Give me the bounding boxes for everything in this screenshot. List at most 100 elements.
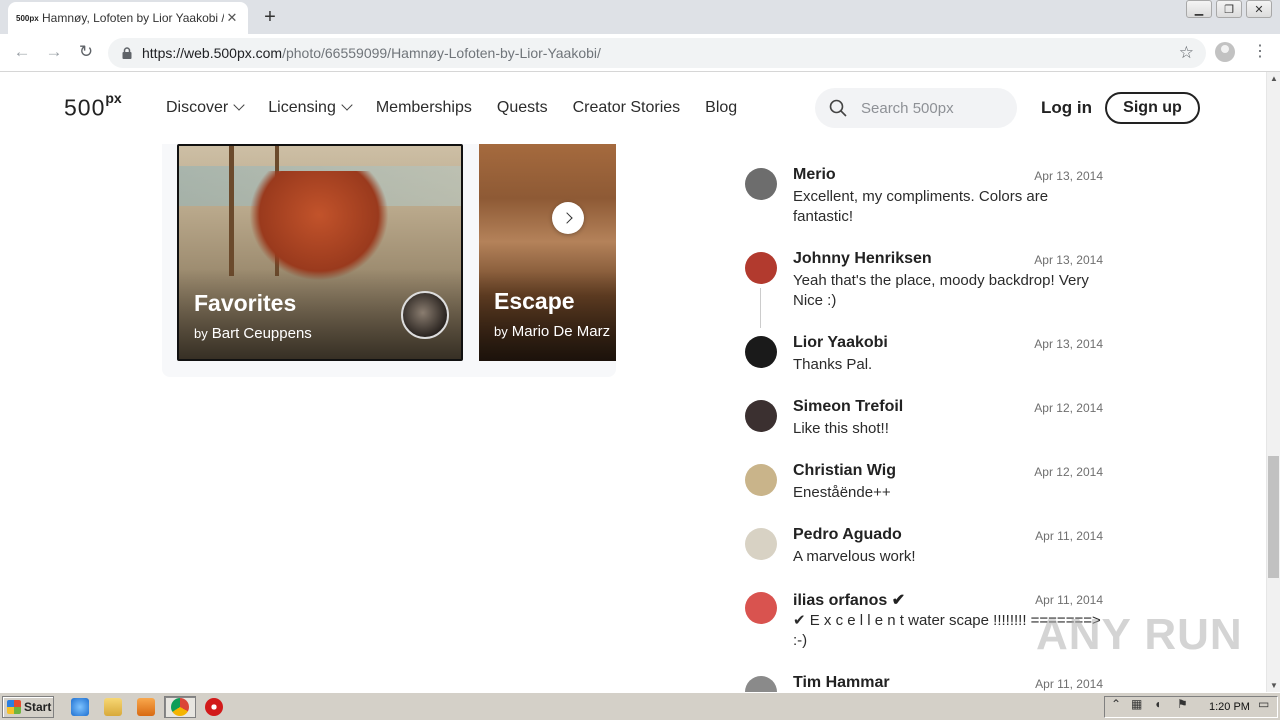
thread-line [760, 288, 761, 328]
chevron-down-icon [341, 99, 353, 111]
url-path: /photo/66559099/Hamnøy-Lofoten-by-Lior-Y… [282, 45, 601, 61]
search-icon [829, 99, 847, 117]
restore-icon[interactable]: ❐ [1216, 0, 1242, 18]
gallery-title: Favorites [194, 290, 297, 316]
nav-blog[interactable]: Blog [705, 99, 737, 117]
comment-date: Apr 11, 2014 [1035, 677, 1103, 691]
comment-date: Apr 12, 2014 [1034, 465, 1103, 479]
lock-icon [122, 47, 132, 59]
logo-suffix: px [105, 90, 122, 106]
gallery-author: by Bart Ceuppens [194, 325, 312, 342]
comment-text: Eneståënde++ [793, 484, 891, 501]
flag-icon[interactable]: ⚑ [1177, 697, 1188, 711]
nav-label: Discover [166, 99, 229, 116]
gallery-author-avatar[interactable] [401, 291, 449, 339]
gallery-card-escape[interactable]: Escape by Mario De Marz [479, 144, 616, 361]
url-host: https://web.500px.com [142, 45, 283, 61]
page-scrollbar[interactable]: ▲ ▼ [1266, 72, 1280, 692]
taskbar-clock[interactable]: 1:20 PM [1209, 701, 1250, 713]
chevron-down-icon [233, 99, 245, 111]
main-nav: Discover Licensing Memberships Quests Cr… [166, 99, 762, 117]
login-link[interactable]: Log in [1041, 98, 1092, 118]
gallery-card-favorites[interactable]: Favorites by Bart Ceuppens [177, 144, 463, 361]
media-player-icon[interactable] [137, 698, 155, 716]
commenter-name[interactable]: Merio [793, 166, 836, 184]
comment-date: Apr 13, 2014 [1034, 337, 1103, 351]
search-input[interactable] [861, 99, 1011, 117]
close-tab-icon[interactable]: ✕ [224, 10, 240, 26]
carousel-next-button[interactable] [552, 202, 584, 234]
comment-text: A marvelous work! [793, 548, 916, 565]
commenter-avatar[interactable] [745, 464, 777, 496]
back-arrow-icon[interactable]: ← [10, 42, 34, 64]
signup-button[interactable]: Sign up [1105, 92, 1200, 124]
browser-menu-icon[interactable]: ⋮ [1252, 42, 1268, 62]
scroll-down-arrow-icon[interactable]: ▼ [1269, 681, 1279, 690]
commenter-name[interactable]: ilias orfanos ✔ [793, 590, 905, 610]
internet-explorer-icon[interactable] [71, 698, 89, 716]
new-tab-icon[interactable]: + [258, 6, 282, 29]
chevron-right-icon [560, 212, 573, 224]
comment-text: Thanks Pal. [793, 356, 873, 373]
watermark: ANY RUN [1036, 610, 1243, 659]
address-bar[interactable]: https://web.500px.com/photo/66559099/Ham… [108, 38, 1206, 68]
page-viewport: Favorites by Bart Ceuppens Escape by Mario… [0, 72, 1266, 692]
nav-label: Licensing [268, 99, 336, 116]
commenter-avatar[interactable] [745, 400, 777, 432]
tab-favicon: 500px [16, 13, 39, 23]
commenter-avatar[interactable] [745, 168, 777, 200]
nav-creator-stories[interactable]: Creator Stories [573, 99, 681, 117]
browser-tab[interactable]: 500px Hamnøy, Lofoten by Lior Yaakobi / … [8, 2, 248, 34]
network-icon[interactable]: ▦ [1131, 697, 1142, 711]
tray-expand-icon[interactable]: ⌃ [1111, 697, 1121, 711]
commenter-name[interactable]: Christian Wig [793, 462, 896, 480]
commenter-avatar[interactable] [745, 676, 777, 692]
comment-text: Like this shot!! [793, 420, 889, 437]
browser-tabstrip: 500px Hamnøy, Lofoten by Lior Yaakobi / … [0, 0, 1280, 34]
comment-date: Apr 11, 2014 [1035, 593, 1103, 607]
comment-text: Yeah that's the place, moody backdrop! V… [793, 272, 1089, 309]
nav-discover[interactable]: Discover [166, 99, 245, 117]
commenter-avatar[interactable] [745, 252, 777, 284]
nav-licensing[interactable]: Licensing [268, 99, 353, 117]
volume-icon[interactable]: ◖ [1154, 697, 1161, 711]
profile-avatar-icon[interactable] [1215, 42, 1235, 62]
opera-icon[interactable] [205, 698, 223, 716]
show-desktop-icon[interactable]: ▭ [1258, 697, 1269, 711]
commenter-name[interactable]: Johnny Henriksen [793, 250, 932, 268]
start-button[interactable]: Start [2, 696, 54, 718]
browser-toolbar: ← → ↻ https://web.500px.com/photo/665590… [0, 34, 1280, 72]
folder-icon[interactable] [104, 698, 122, 716]
gallery-by-label: by [194, 326, 208, 341]
minimize-icon[interactable]: ▁ [1186, 0, 1212, 18]
site-header: 500px Discover Licensing Memberships Que… [0, 72, 1266, 144]
nav-quests[interactable]: Quests [497, 99, 548, 117]
commenter-avatar[interactable] [745, 592, 777, 624]
start-label: Start [24, 700, 52, 714]
bookmark-star-icon[interactable]: ☆ [1179, 43, 1194, 63]
gallery-author-name[interactable]: Mario De Marz [512, 323, 610, 340]
commenter-name[interactable]: Tim Hammar [793, 674, 890, 692]
commenter-name[interactable]: Pedro Aguado [793, 526, 902, 544]
gallery-author-name[interactable]: Bart Ceuppens [212, 325, 312, 342]
comment-date: Apr 12, 2014 [1034, 401, 1103, 415]
scroll-up-arrow-icon[interactable]: ▲ [1269, 74, 1279, 83]
taskbar: Start ⌃ ▦ ◖ ⚑ 1:20 PM ▭ [0, 692, 1280, 720]
comment-text: Excellent, my compliments. Colors are fa… [793, 188, 1049, 225]
scroll-thumb[interactable] [1268, 456, 1279, 578]
chrome-icon[interactable] [171, 698, 189, 716]
forward-arrow-icon[interactable]: → [42, 42, 66, 64]
comment-date: Apr 13, 2014 [1034, 253, 1103, 267]
search-box[interactable] [815, 88, 1017, 128]
commenter-avatar[interactable] [745, 336, 777, 368]
site-logo[interactable]: 500px [64, 90, 122, 122]
windows-logo-icon [7, 700, 21, 714]
commenter-name[interactable]: Simeon Trefoil [793, 398, 903, 416]
nav-memberships[interactable]: Memberships [376, 99, 472, 117]
close-window-icon[interactable]: ✕ [1246, 0, 1272, 18]
commenter-name[interactable]: Lior Yaakobi [793, 334, 888, 352]
commenter-avatar[interactable] [745, 528, 777, 560]
reload-icon[interactable]: ↻ [74, 42, 98, 64]
card-image-figure [249, 171, 389, 281]
gallery-by-label: by [494, 324, 508, 339]
